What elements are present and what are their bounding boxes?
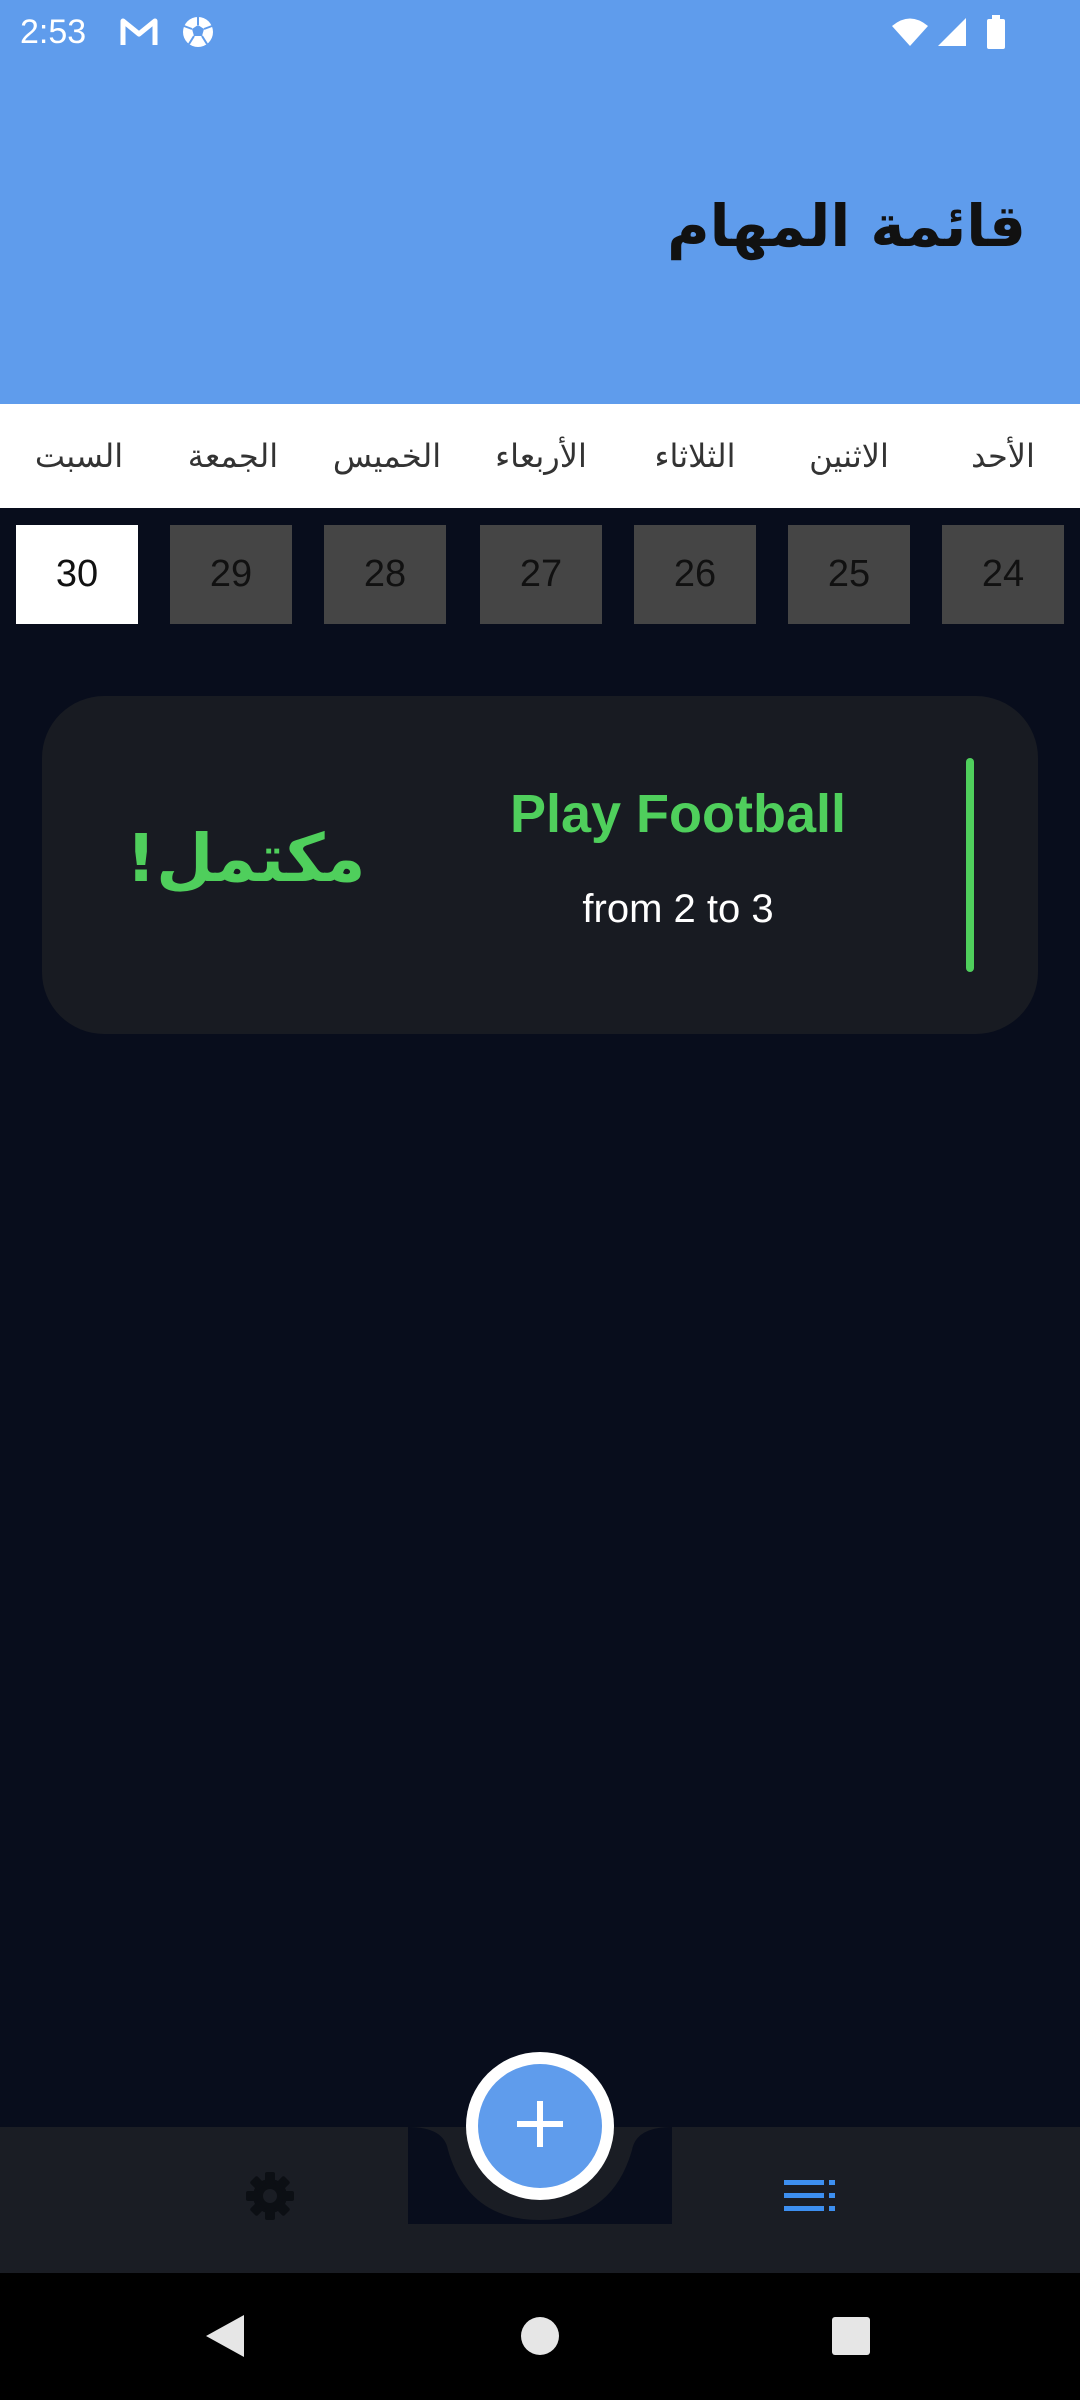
- cellular-signal-icon: [934, 12, 970, 52]
- status-bar: 2:53: [0, 0, 1080, 64]
- add-task-button[interactable]: [466, 2052, 614, 2200]
- plus-icon: [515, 2099, 565, 2154]
- recents-button[interactable]: [806, 2293, 896, 2383]
- day-name-sunday: الأحد: [971, 437, 1035, 475]
- day-name-thursday: الخميس: [332, 437, 442, 475]
- task-card[interactable]: Play Football from 2 to 3 مكتمل!: [42, 696, 1038, 1034]
- date-26[interactable]: 26: [634, 525, 756, 624]
- soccer-ball-icon: [178, 12, 218, 52]
- date-28[interactable]: 28: [324, 525, 446, 624]
- gmail-icon: [118, 12, 160, 52]
- status-time: 2:53: [20, 13, 87, 51]
- date-25[interactable]: 25: [788, 525, 910, 624]
- date-29[interactable]: 29: [170, 525, 292, 624]
- day-name-friday: الجمعة: [187, 437, 279, 475]
- day-name-saturday: السبت: [34, 437, 124, 475]
- task-time: from 2 to 3: [582, 887, 774, 931]
- day-name-monday: الاثنين: [809, 437, 889, 475]
- home-button[interactable]: [495, 2293, 585, 2383]
- system-navigation-bar: [0, 2273, 1080, 2400]
- home-icon: [519, 2315, 561, 2362]
- task-title: Play Football: [509, 784, 847, 844]
- back-button[interactable]: [180, 2293, 270, 2383]
- wifi-icon: [890, 12, 930, 52]
- back-icon: [204, 2313, 246, 2364]
- day-name-wednesday: الأربعاء: [495, 437, 587, 475]
- list-icon: [784, 2178, 836, 2219]
- gear-icon: [244, 2170, 296, 2227]
- date-27[interactable]: 27: [480, 525, 602, 624]
- nav-item-settings[interactable]: [230, 2163, 310, 2233]
- date-24[interactable]: 24: [942, 525, 1064, 624]
- date-30-selected[interactable]: 30: [16, 525, 138, 624]
- fab-inner: [478, 2064, 602, 2188]
- task-status: مكتمل!: [126, 820, 366, 897]
- battery-icon: [984, 12, 1008, 52]
- page-title: قائمة المهام: [667, 192, 1026, 260]
- app-header: 2:53 قائمة المهام: [0, 0, 1080, 404]
- week-days-row: الأحد الاثنين الثلاثاء الأربعاء الخميس ا…: [0, 404, 1080, 508]
- recents-icon: [830, 2315, 872, 2362]
- day-name-tuesday: الثلاثاء: [654, 437, 736, 475]
- nav-item-tasks[interactable]: [770, 2163, 850, 2233]
- task-accent-bar: [966, 758, 974, 972]
